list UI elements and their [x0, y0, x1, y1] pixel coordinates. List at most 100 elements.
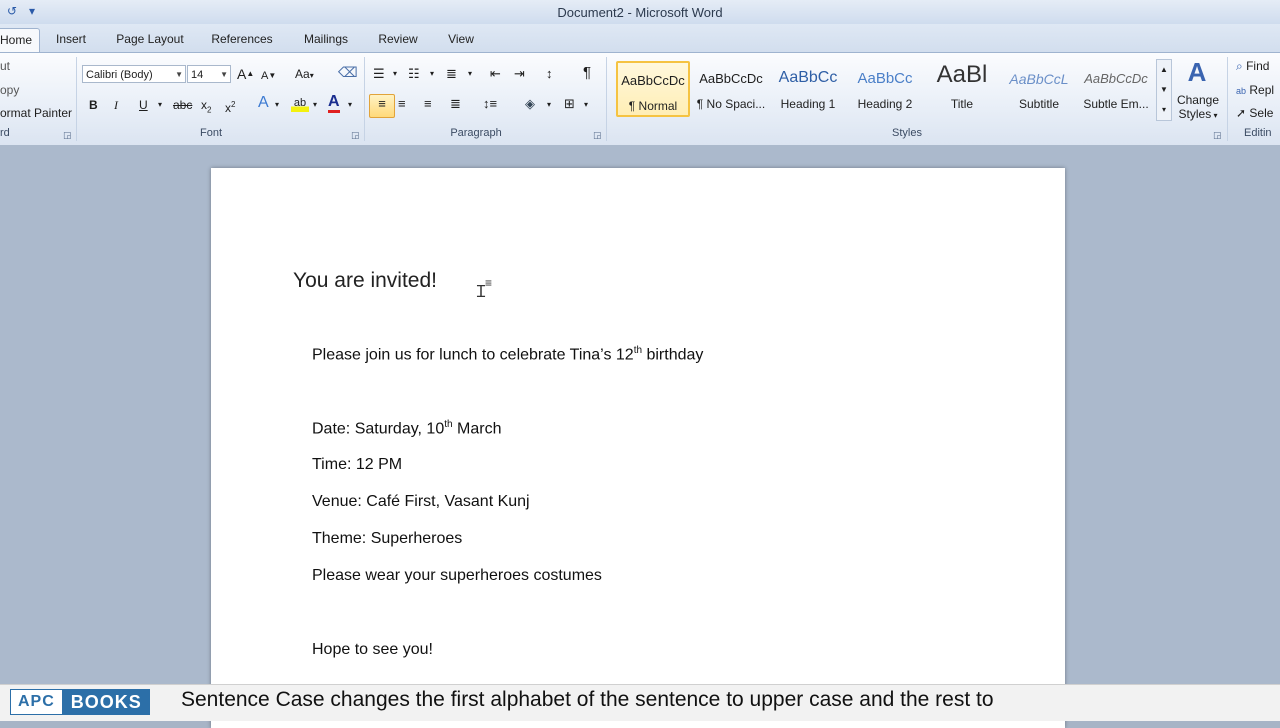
copy-button[interactable]: opy: [0, 81, 19, 99]
sort-icon[interactable]: ↕: [546, 65, 553, 83]
superscript-button[interactable]: x2: [225, 96, 235, 117]
font-family-combo[interactable]: Calibri (Body) ▼: [82, 65, 186, 83]
logo-apc: APC: [10, 689, 63, 715]
bold-button[interactable]: B: [89, 96, 98, 114]
style-name: ¶ Normal: [628, 99, 678, 113]
tab-home[interactable]: Home: [0, 28, 40, 52]
style-name: Subtle Em...: [1083, 97, 1149, 111]
closing-line[interactable]: Hope to see you!: [312, 641, 433, 659]
borders-icon[interactable]: ⊞: [564, 95, 575, 113]
align-center-icon[interactable]: ≡: [398, 95, 406, 113]
chevron-down-icon[interactable]: ▾: [547, 96, 551, 114]
line-text: March: [452, 420, 502, 438]
document-page[interactable]: You are invited! Ｉ ≡ Please join us for …: [211, 168, 1065, 728]
chevron-down-icon[interactable]: ▾: [430, 65, 434, 83]
ordinal-suffix: th: [444, 419, 453, 430]
underline-dropdown-icon[interactable]: ▾: [158, 96, 162, 114]
costume-line[interactable]: Please wear your superheroes costumes: [312, 567, 602, 585]
tab-mailings[interactable]: Mailings: [296, 28, 356, 51]
multilevel-list-icon[interactable]: ≣: [446, 65, 457, 83]
chevron-down-icon[interactable]: ▾: [313, 96, 317, 114]
strikethrough-button[interactable]: abc: [173, 96, 192, 114]
styles-group-label: Styles: [892, 127, 922, 139]
binoculars-icon: ⌕: [1236, 59, 1243, 73]
bullets-icon[interactable]: ☰: [373, 65, 385, 83]
theme-line[interactable]: Theme: Superheroes: [312, 530, 462, 548]
font-size-value: 14: [191, 69, 204, 81]
find-label: Find: [1246, 59, 1270, 73]
style-title[interactable]: AaBl Title: [925, 61, 999, 117]
align-right-icon[interactable]: ≡: [424, 95, 432, 113]
clear-formatting-icon[interactable]: ⌫: [338, 63, 358, 81]
group-divider: [1227, 57, 1228, 141]
styles-scroll[interactable]: ▲ ▼ ▾: [1156, 59, 1172, 121]
tab-view[interactable]: View: [440, 28, 482, 51]
group-divider: [606, 57, 607, 141]
format-painter-button[interactable]: ormat Painter: [0, 104, 72, 122]
style-subtitle[interactable]: AaBbCcL Subtitle: [1002, 61, 1076, 117]
justify-icon[interactable]: ≣: [450, 95, 461, 113]
underline-button[interactable]: U: [139, 96, 148, 114]
style-preview: AaBbCcDc: [621, 73, 685, 88]
tab-review[interactable]: Review: [372, 28, 424, 51]
caption-text: Sentence Case changes the first alphabet…: [181, 688, 994, 711]
line-spacing-icon[interactable]: ↕≡: [483, 95, 497, 113]
tab-page-layout[interactable]: Page Layout: [110, 28, 190, 51]
chevron-down-icon[interactable]: ▾: [468, 65, 472, 83]
invitation-line[interactable]: Please join us for lunch to celebrate Ti…: [312, 345, 703, 364]
change-styles-icon[interactable]: A: [1175, 57, 1219, 87]
venue-line[interactable]: Venue: Café First, Vasant Kunj: [312, 493, 530, 511]
styles-launcher-icon[interactable]: ◲: [1213, 130, 1222, 141]
numbering-icon[interactable]: ☷: [408, 65, 420, 83]
date-line[interactable]: Date: Saturday, 10th March: [312, 419, 501, 438]
clipboard-launcher-icon[interactable]: ◲: [63, 130, 72, 141]
style-preview: AaBbCcDc: [1084, 71, 1148, 86]
chevron-down-icon[interactable]: ▾: [584, 96, 588, 114]
align-left-icon[interactable]: ≡: [369, 94, 395, 118]
style-heading-2[interactable]: AaBbCc Heading 2: [848, 61, 922, 117]
style-preview: AaBbCc: [778, 69, 838, 86]
text-effects-icon[interactable]: A: [258, 94, 269, 112]
replace-icon: ab: [1236, 86, 1247, 96]
change-styles-label-2: Styles: [1178, 107, 1212, 121]
highlight-color-icon[interactable]: ab: [291, 94, 309, 112]
group-divider: [76, 57, 77, 141]
tab-insert[interactable]: Insert: [50, 28, 92, 51]
chevron-down-icon[interactable]: ▾: [393, 65, 397, 83]
grow-font-button[interactable]: A▲: [237, 65, 254, 83]
select-label: Sele: [1249, 106, 1274, 120]
style-normal[interactable]: AaBbCcDc ¶ Normal: [616, 61, 690, 117]
style-subtle-emphasis[interactable]: AaBbCcDc Subtle Em...: [1079, 61, 1153, 117]
italic-button[interactable]: I: [114, 96, 118, 114]
increase-indent-icon[interactable]: ⇥: [514, 65, 525, 83]
cut-button[interactable]: ut: [0, 57, 10, 75]
show-hide-button[interactable]: ¶: [583, 64, 591, 82]
tab-references[interactable]: References: [206, 28, 278, 51]
shrink-font-button[interactable]: A▼: [261, 67, 276, 85]
style-heading-1[interactable]: AaBbCc Heading 1: [771, 61, 845, 117]
time-line[interactable]: Time: 12 PM: [312, 456, 402, 474]
font-launcher-icon[interactable]: ◲: [351, 130, 360, 141]
paragraph-launcher-icon[interactable]: ◲: [593, 130, 602, 141]
style-name: Subtitle: [1018, 97, 1060, 111]
font-size-combo[interactable]: 14 ▼: [187, 65, 231, 83]
chevron-down-icon[interactable]: ▾: [348, 96, 352, 114]
grow-font-icon: A: [237, 66, 247, 82]
subscript-button[interactable]: x2: [201, 96, 211, 119]
invitation-heading[interactable]: You are invited!: [293, 269, 437, 293]
change-styles-button[interactable]: Change Styles ▾: [1172, 93, 1224, 123]
paragraph-group-label: Paragraph: [450, 127, 502, 139]
decrease-indent-icon[interactable]: ⇤: [490, 65, 501, 83]
find-button[interactable]: ⌕ Find: [1236, 57, 1269, 75]
shading-icon[interactable]: ◈: [525, 95, 535, 113]
style-preview: AaBbCcL: [1009, 71, 1069, 87]
change-case-icon: Aa: [295, 67, 310, 81]
cursor-icon: ➚: [1236, 106, 1247, 120]
font-color-icon[interactable]: A: [328, 94, 340, 113]
chevron-down-icon[interactable]: ▾: [275, 96, 279, 114]
select-button[interactable]: ➚ Sele: [1236, 104, 1273, 122]
replace-button[interactable]: ab Repl: [1236, 81, 1274, 100]
title-bar: ↺ ▾ Document2 - Microsoft Word: [0, 0, 1280, 25]
change-case-button[interactable]: Aa▾: [295, 65, 314, 85]
style-no-spacing[interactable]: AaBbCcDc ¶ No Spaci...: [694, 61, 768, 117]
